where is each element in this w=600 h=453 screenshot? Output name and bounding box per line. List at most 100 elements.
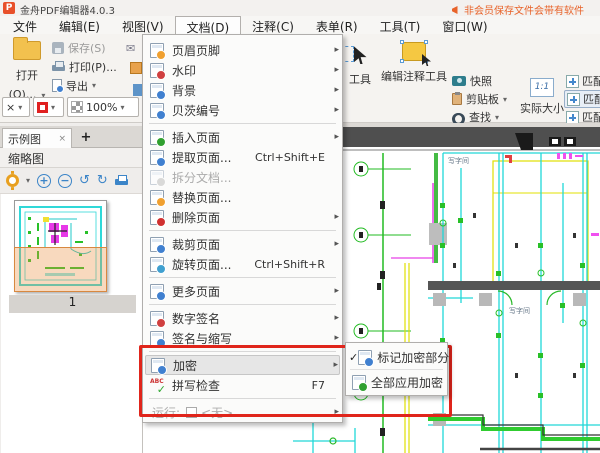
- submenu-arrow-icon: ▸: [330, 65, 339, 75]
- print-button[interactable]: 打印(P)...: [52, 57, 138, 76]
- encrypt-submenu: ✓标记加密部分全部应用加密: [345, 342, 448, 396]
- menu-item-more-pages[interactable]: 更多页面 ▸: [143, 281, 342, 301]
- binoculars-icon: [452, 113, 465, 122]
- mail-icon[interactable]: ✉: [126, 42, 135, 55]
- menu-item-label: 拆分文档...: [172, 169, 231, 186]
- zoom-out-icon[interactable]: −: [58, 174, 72, 188]
- select-tool-button[interactable]: 工具: [336, 40, 384, 87]
- bates-numbering-icon: [150, 103, 164, 118]
- menu-item-shortcut: F7: [312, 379, 330, 392]
- menubar-item-4[interactable]: 注释(C): [241, 16, 305, 34]
- menu-item-label: 更多页面: [172, 283, 220, 300]
- color-picker-combo[interactable]: ▾: [33, 97, 64, 117]
- menu-item-spell-check[interactable]: ABC✓拼写检查F7: [143, 375, 342, 395]
- menubar-item-6[interactable]: 工具(T): [369, 16, 432, 34]
- extract-pages-icon: [150, 150, 164, 165]
- menu-item-digital-signature[interactable]: 数字签名▸: [143, 308, 342, 328]
- menu-item-label: 水印: [172, 62, 196, 79]
- menu-item-watermark[interactable]: 水印 ▸: [143, 60, 342, 80]
- megaphone-icon: [452, 6, 462, 14]
- rotate-left-icon[interactable]: ↺: [79, 174, 90, 187]
- menu-item-insert-pages[interactable]: 插入页面▸: [143, 127, 342, 147]
- menu-item-encrypt[interactable]: 加密▸: [145, 355, 340, 375]
- camera-icon: [452, 76, 466, 86]
- menu-item-label: 删除页面: [172, 209, 220, 226]
- new-tab-button[interactable]: +: [78, 130, 94, 146]
- more-pages-icon: [150, 284, 164, 299]
- fit-buttons-group: 匹配匹配匹配: [564, 72, 600, 126]
- submenu-arrow-icon: ▸: [330, 45, 339, 55]
- submenu-arrow-icon: ▸: [329, 360, 338, 370]
- menu-item-replace-pages[interactable]: 替换页面...: [143, 187, 342, 207]
- annotation-style-combo[interactable]: × ▾: [2, 97, 30, 117]
- submenu-arrow-icon: ▸: [330, 105, 339, 115]
- export-button[interactable]: 导出 ▾: [52, 76, 138, 95]
- fit-visible-icon: [566, 111, 579, 124]
- menubar-item-1[interactable]: 编辑(E): [48, 16, 111, 34]
- zoom-level-combo[interactable]: 100% ▾: [67, 97, 139, 117]
- menu-item-split-document[interactable]: 拆分文档...: [143, 167, 342, 187]
- tab-sample-image[interactable]: 示例图 ×: [2, 128, 72, 148]
- menubar-item-3[interactable]: 文档(D): [175, 16, 242, 34]
- menubar-item-2[interactable]: 视图(V): [111, 16, 175, 34]
- menu-item-label: 插入页面: [172, 129, 220, 146]
- edit-annotation-tool-button[interactable]: 编辑注释工具: [378, 38, 450, 84]
- menu-item-header-footer[interactable]: 页眉页脚▸: [143, 40, 342, 60]
- menu-item-sign-initials[interactable]: 签名与缩写▸: [143, 328, 342, 348]
- menu-item-bates-numbering[interactable]: 贝茨编号 ▸: [143, 100, 342, 120]
- open-button[interactable]: 打开(O)... ▾: [4, 38, 50, 96]
- gear-icon[interactable]: [6, 174, 19, 187]
- membership-warning: 非会员保存文件会带有软件: [452, 2, 600, 17]
- submenu-item-apply-all-encrypt[interactable]: 全部应用加密: [346, 370, 447, 394]
- save-icon: [52, 42, 64, 54]
- fit-button-1[interactable]: 匹配: [564, 90, 600, 108]
- menu-item-label: 贝茨编号: [172, 102, 220, 119]
- menu-item-label: 拼写检查: [172, 377, 220, 394]
- fit-width-icon: [566, 75, 579, 88]
- header-footer-icon: [150, 43, 164, 58]
- close-icon[interactable]: ×: [58, 134, 66, 144]
- thumbnail-panel: 示例图 × + 缩略图 ▾ + − ↺ ↻: [0, 124, 143, 453]
- menu-item-background[interactable]: 背景▸: [143, 80, 342, 100]
- partial-tool-icon[interactable]: [130, 62, 142, 74]
- fit-button-0[interactable]: 匹配: [564, 72, 600, 90]
- menu-item-extract-pages[interactable]: 提取页面...Ctrl+Shift+E: [143, 147, 342, 167]
- rotate-right-icon[interactable]: ↻: [97, 174, 108, 187]
- rotate-pages-icon: [150, 257, 164, 272]
- current-color-swatch: [37, 102, 48, 113]
- menu-separator: [149, 277, 336, 278]
- submenu-arrow-icon: ▸: [330, 239, 339, 249]
- crop-pages-icon: [150, 237, 164, 252]
- opacity-pattern-icon: [71, 101, 83, 113]
- submenu-arrow-icon: ▸: [330, 286, 339, 296]
- menu-item-delete-pages[interactable]: 删除页面▸: [143, 207, 342, 227]
- clipboard-button[interactable]: 剪贴板 ▾: [452, 90, 522, 108]
- print-thumbnail-icon[interactable]: [115, 175, 128, 186]
- menubar-item-5[interactable]: 表单(R): [305, 16, 369, 34]
- printer-icon: [52, 61, 65, 72]
- delete-pages-icon: [150, 210, 164, 225]
- replace-pages-icon: [150, 190, 164, 205]
- select-tool-label: 工具: [349, 73, 371, 86]
- submenu-item-label: 全部应用加密: [371, 374, 443, 391]
- actual-size-button[interactable]: 1:1 实际大小: [520, 74, 564, 116]
- menu-item-crop-pages[interactable]: 裁剪页面▸: [143, 234, 342, 254]
- actual-size-label: 实际大小: [520, 102, 564, 115]
- visible-region-overlay[interactable]: [14, 247, 107, 292]
- menubar-item-0[interactable]: 文件: [2, 16, 48, 34]
- app-window: { "window": { "title": "金舟PDF编辑器4.0.3", …: [0, 0, 600, 453]
- menubar-item-7[interactable]: 窗口(W): [431, 16, 498, 34]
- submenu-item-mark-encrypted[interactable]: ✓标记加密部分: [346, 345, 447, 369]
- mark-encrypted-icon: [358, 350, 372, 365]
- submenu-arrow-icon: ▸: [330, 85, 339, 95]
- menu-separator: [149, 304, 336, 305]
- partial-tool-icon[interactable]: [133, 84, 142, 96]
- menu-item-run[interactable]: 运行:<无>▸: [143, 402, 342, 422]
- edit-annotation-label: 编辑注释工具: [381, 70, 447, 83]
- export-icon: [52, 79, 62, 92]
- snapshot-button[interactable]: 快照: [452, 72, 522, 90]
- zoom-in-icon[interactable]: +: [37, 174, 51, 188]
- menu-item-rotate-pages[interactable]: 旋转页面...Ctrl+Shift+R: [143, 254, 342, 274]
- thumbnail-list: 1: [1, 194, 142, 453]
- checkmark-icon: ✓: [349, 351, 358, 364]
